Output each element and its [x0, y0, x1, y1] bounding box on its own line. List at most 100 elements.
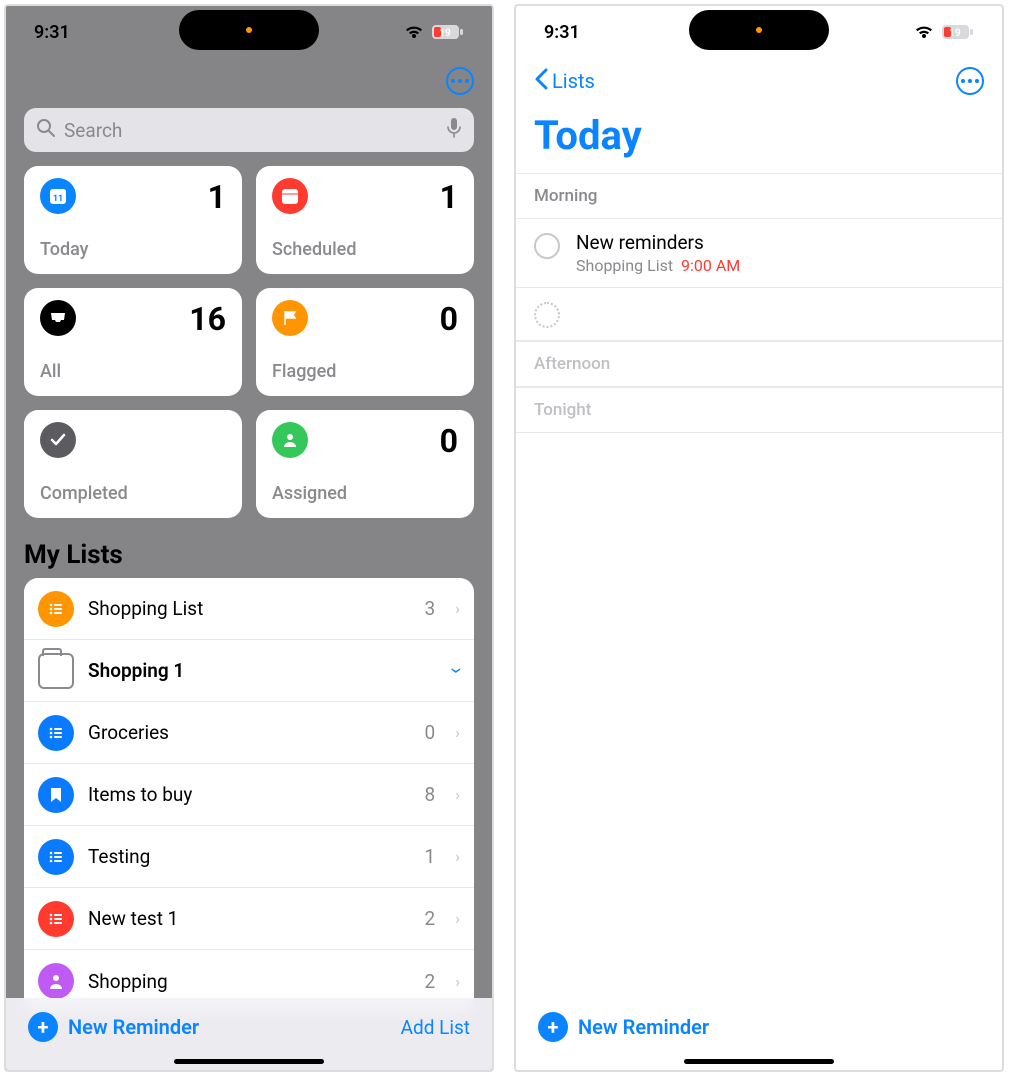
my-lists-container: Shopping List 3 › Shopping 1 › Groceries… [24, 578, 474, 1012]
more-button[interactable] [446, 67, 474, 95]
search-icon [36, 118, 56, 142]
dynamic-island [689, 10, 829, 50]
list-groceries[interactable]: Groceries 0 › [24, 702, 474, 764]
plus-circle-icon: + [28, 1012, 58, 1042]
status-bar: 9:31 19 [6, 6, 492, 58]
reminder-title: New reminders [576, 231, 984, 254]
chevron-right-icon: › [455, 785, 460, 804]
smart-card-scheduled[interactable]: 1 Scheduled [256, 166, 474, 274]
status-time: 9:31 [34, 22, 70, 43]
section-afternoon[interactable]: Afternoon [516, 341, 1002, 387]
wifi-icon [914, 24, 934, 40]
smart-card-all[interactable]: 16 All [24, 288, 242, 396]
new-reminder-label: New Reminder [578, 1015, 709, 1039]
all-label: All [40, 361, 226, 382]
today-content: Morning New reminders Shopping List 9:00… [516, 173, 1002, 1070]
reminders-today-screen: 9:31 19 Lists Toda [514, 4, 1004, 1072]
status-bar: 9:31 19 [516, 6, 1002, 58]
section-morning[interactable]: Morning [516, 173, 1002, 219]
list-title: Groceries [88, 721, 411, 744]
reminder-item[interactable]: New reminders Shopping List 9:00 AM [516, 219, 1002, 288]
folder-icon [38, 653, 74, 689]
wifi-icon [404, 24, 424, 40]
new-reminder-label: New Reminder [68, 1015, 199, 1039]
list-shopping1-folder[interactable]: Shopping 1 › [24, 640, 474, 702]
chevron-right-icon: › [455, 972, 460, 991]
list-bullet-icon [38, 839, 74, 875]
list-count: 3 [425, 597, 436, 620]
home-indicator[interactable] [174, 1059, 324, 1064]
microphone-icon [446, 117, 462, 143]
more-button[interactable] [956, 67, 984, 95]
calendar-today-icon: 11 [40, 178, 76, 214]
search-placeholder: Search [64, 119, 438, 142]
smart-card-assigned[interactable]: 0 Assigned [256, 410, 474, 518]
list-title: Shopping List [88, 597, 411, 620]
chevron-right-icon: › [455, 723, 460, 742]
reminder-list-name: Shopping List [576, 256, 673, 275]
list-bullet-icon [38, 715, 74, 751]
list-title: New test 1 [88, 907, 411, 930]
list-items-to-buy[interactable]: Items to buy 8 › [24, 764, 474, 826]
chevron-right-icon: › [455, 909, 460, 928]
list-bullet-icon [38, 591, 74, 627]
back-button[interactable]: Lists [534, 68, 595, 95]
ellipsis-icon [961, 79, 979, 83]
flagged-label: Flagged [272, 361, 458, 382]
add-list-button[interactable]: Add List [401, 1016, 470, 1039]
flagged-count: 0 [440, 300, 458, 338]
home-indicator[interactable] [684, 1059, 834, 1064]
person-icon [38, 963, 74, 999]
svg-text:19: 19 [439, 28, 451, 39]
battery-icon: 19 [942, 24, 974, 40]
section-tonight[interactable]: Tonight [516, 387, 1002, 433]
my-lists-header[interactable]: My Lists [6, 518, 492, 578]
chevron-left-icon [534, 68, 548, 95]
reminder-checkbox[interactable] [534, 233, 560, 259]
smart-card-completed[interactable]: Completed [24, 410, 242, 518]
chevron-down-icon: › [444, 667, 469, 674]
ellipsis-icon [451, 79, 469, 83]
calendar-icon [272, 178, 308, 214]
smart-card-flagged[interactable]: 0 Flagged [256, 288, 474, 396]
smart-card-today[interactable]: 11 1 Today [24, 166, 242, 274]
svg-text:19: 19 [949, 28, 961, 39]
list-title: Shopping 1 [88, 659, 439, 682]
flag-icon [272, 300, 308, 336]
assigned-count: 0 [440, 422, 458, 460]
back-label: Lists [552, 69, 595, 93]
plus-circle-icon: + [538, 1012, 568, 1042]
checkmark-icon [40, 422, 76, 458]
list-bullet-icon [38, 901, 74, 937]
person-icon [272, 422, 308, 458]
list-title: Shopping [88, 970, 411, 993]
chevron-right-icon: › [455, 599, 460, 618]
list-shopping-list[interactable]: Shopping List 3 › [24, 578, 474, 640]
list-count: 1 [425, 845, 436, 868]
new-reminder-button[interactable]: + New Reminder [28, 1012, 199, 1042]
chevron-right-icon: › [455, 847, 460, 866]
list-testing[interactable]: Testing 1 › [24, 826, 474, 888]
scheduled-label: Scheduled [272, 239, 458, 260]
nav-row: Lists [516, 58, 1002, 104]
list-count: 2 [425, 907, 436, 930]
all-count: 16 [189, 300, 226, 338]
bookmark-icon [38, 777, 74, 813]
new-reminder-placeholder-row[interactable] [516, 288, 1002, 341]
reminder-time: 9:00 AM [681, 256, 740, 275]
status-time: 9:31 [544, 22, 580, 43]
search-input[interactable]: Search [24, 108, 474, 152]
svg-text:11: 11 [53, 194, 63, 204]
new-reminder-button[interactable]: + New Reminder [538, 1012, 709, 1042]
inbox-icon [40, 300, 76, 336]
reminders-lists-screen: 9:31 19 Sear [4, 4, 494, 1072]
list-count: 2 [425, 970, 436, 993]
today-label: Today [40, 239, 226, 260]
assigned-label: Assigned [272, 483, 458, 504]
nav-row [6, 58, 492, 104]
list-title: Testing [88, 845, 411, 868]
page-title: Today [516, 104, 1002, 173]
list-count: 0 [425, 721, 436, 744]
scheduled-count: 1 [440, 178, 458, 216]
list-new-test-1[interactable]: New test 1 2 › [24, 888, 474, 950]
